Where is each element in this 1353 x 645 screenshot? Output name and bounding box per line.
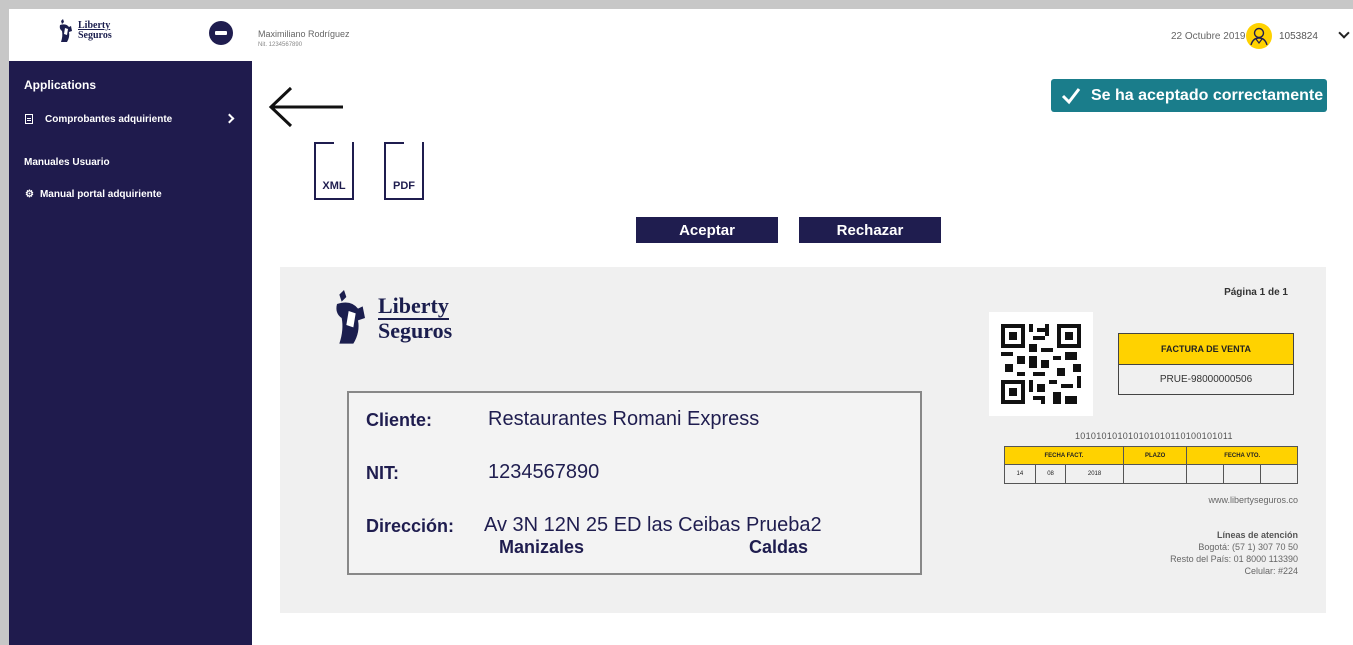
invoice-logo-line1: Liberty <box>378 292 449 320</box>
invoice-logo: Liberty Seguros <box>330 283 480 353</box>
app-frame: Liberty Seguros Maximiliano Rodríguez Ni… <box>9 9 1353 645</box>
user-icon <box>1250 27 1268 46</box>
page-indicator: Página 1 de 1 <box>1224 287 1288 298</box>
cell-vto-dia <box>1186 464 1225 484</box>
pdf-file-top <box>384 142 404 144</box>
sidebar-item-manual[interactable]: ⚙ Manual portal adquiriente <box>25 189 162 200</box>
document-icon <box>25 114 33 124</box>
back-arrow-icon[interactable] <box>267 85 343 129</box>
invoice-logo-line2: Seguros <box>378 317 453 343</box>
gears-icon: ⚙ <box>25 189 34 200</box>
sidebar-section-manuales: Manuales Usuario <box>24 157 110 168</box>
sidebar-item-comprobantes[interactable]: Comprobantes adquiriente <box>25 111 235 127</box>
header-plazo: PLAZO <box>1122 446 1188 465</box>
lineas-title: Líneas de atención <box>1216 530 1298 540</box>
nit-value: 1234567890 <box>488 461 600 483</box>
cell-mes: 08 <box>1034 464 1067 484</box>
chevron-down-icon[interactable] <box>1338 27 1350 39</box>
sidebar-section-applications: Applications <box>24 78 97 92</box>
direccion-label: Dirección: <box>366 516 455 536</box>
lineas-resto: Resto del País: 01 8000 113390 <box>1170 554 1298 564</box>
cell-plazo <box>1122 464 1188 484</box>
liberty-logo[interactable]: Liberty Seguros <box>57 15 127 47</box>
user-nit: Nit. 1234567890 <box>258 42 303 48</box>
xml-file-icon[interactable]: XML <box>314 142 354 200</box>
statue-of-liberty-icon <box>59 19 72 42</box>
lineas-atencion: Líneas de atención Bogotá: (57 1) 307 70… <box>1170 529 1298 577</box>
barcode-text: 101010101010101010110100101011 <box>1075 431 1233 441</box>
success-toast: Se ha aceptado correctamente <box>1051 79 1327 112</box>
cell-vto-anio <box>1260 464 1298 484</box>
invoice-preview: Liberty Seguros Cliente: Restaurantes Ro… <box>280 267 1326 613</box>
factura-number: PRUE-98000000506 <box>1159 374 1253 385</box>
statue-of-liberty-icon <box>336 290 365 344</box>
user-code: 1053824 <box>1279 31 1318 42</box>
factura-box: FACTURA DE VENTA PRUE-98000000506 <box>1118 333 1294 395</box>
accept-button[interactable]: Aceptar <box>636 217 778 243</box>
header-fecha-fact: FECHA FACT. <box>1004 446 1124 465</box>
pdf-file-icon[interactable]: PDF <box>384 142 424 200</box>
cliente-label: Cliente: <box>366 410 433 430</box>
dates-table: FECHA FACT. PLAZO FECHA VTO. 14 08 2018 <box>1004 446 1298 484</box>
sidebar: Applications Comprobantes adquiriente Ma… <box>9 61 252 645</box>
website-text: www.libertyseguros.co <box>1208 495 1298 505</box>
current-date: 22 Octubre 2019 <box>1171 31 1246 42</box>
client-info-box: Cliente: Restaurantes Romani Express NIT… <box>347 391 922 575</box>
reject-button[interactable]: Rechazar <box>799 217 941 243</box>
direccion-value: Av 3N 12N 25 ED las Ceibas Prueba2 <box>484 514 822 536</box>
factura-title: FACTURA DE VENTA <box>1119 334 1293 365</box>
qr-code-icon <box>989 312 1093 416</box>
logo-line2: Seguros <box>78 30 112 41</box>
header-fecha-vto: FECHA VTO. <box>1186 446 1298 465</box>
cliente-value: Restaurantes Romani Express <box>488 408 760 430</box>
pdf-label: PDF <box>393 180 415 192</box>
nit-label: NIT: <box>366 463 399 483</box>
departamento-value: Caldas <box>749 537 809 557</box>
cell-anio: 2018 <box>1065 464 1124 484</box>
toast-message: Se ha aceptado correctamente <box>1091 86 1324 104</box>
sidebar-item-label: Comprobantes adquiriente <box>45 113 173 125</box>
xml-file-top <box>314 142 334 144</box>
ciudad-value: Manizales <box>499 537 585 557</box>
cell-dia: 14 <box>1004 464 1036 484</box>
sidebar-item-label: Manual portal adquiriente <box>39 189 162 200</box>
xml-label: XML <box>322 180 346 192</box>
lineas-celular: Celular: #224 <box>1244 566 1298 576</box>
collapse-menu-button[interactable] <box>209 21 233 45</box>
lineas-bogota: Bogotá: (57 1) 307 70 50 <box>1198 542 1298 552</box>
chevron-right-icon <box>224 113 235 124</box>
user-name: Maximiliano Rodríguez <box>258 29 350 39</box>
invoice-logo-wordmark: Liberty Seguros <box>378 292 453 343</box>
check-icon <box>1061 87 1081 104</box>
logo-wordmark: Liberty Seguros <box>78 21 112 41</box>
top-header: Liberty Seguros Maximiliano Rodríguez Ni… <box>9 9 1353 54</box>
avatar[interactable] <box>1246 23 1272 49</box>
cell-vto-mes <box>1223 464 1262 484</box>
